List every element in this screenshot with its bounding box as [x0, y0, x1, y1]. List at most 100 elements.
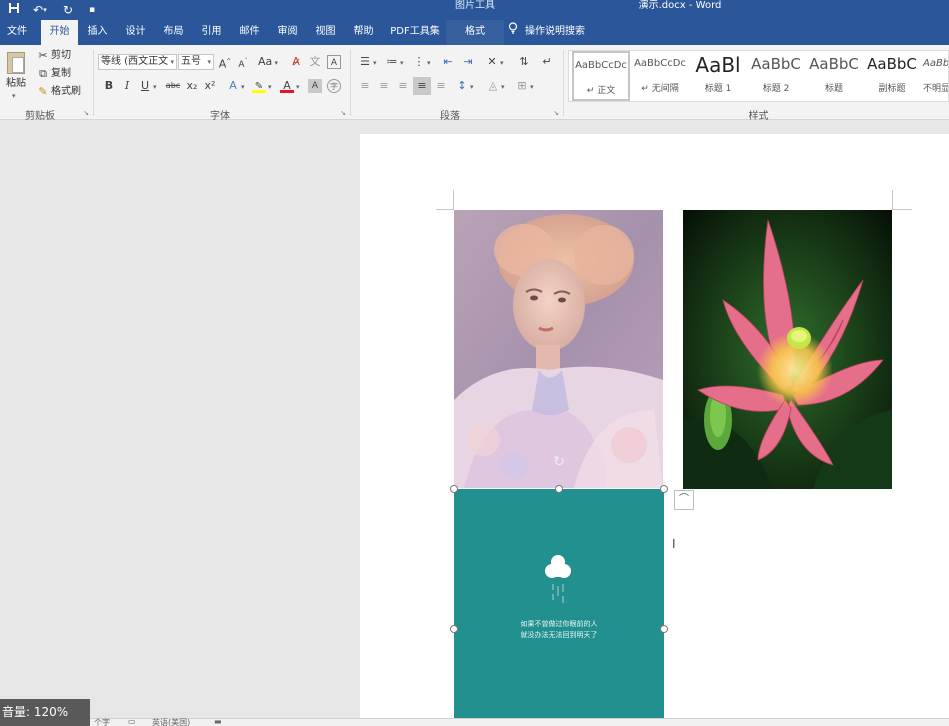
format-painter-icon[interactable]: ✎ — [36, 85, 50, 99]
character-shading-icon[interactable]: A — [308, 79, 322, 93]
multilevel-list-dropdown-icon[interactable]: ▾ — [427, 56, 431, 70]
bold-button[interactable]: B — [102, 79, 116, 93]
resize-handle[interactable] — [660, 485, 668, 493]
tab-pdf-tools[interactable]: PDF工具集 — [386, 20, 444, 45]
shading-icon[interactable]: ◬ — [486, 79, 500, 93]
show-formatting-icon[interactable]: ↵ — [540, 55, 554, 69]
resize-handle[interactable] — [450, 625, 458, 633]
borders-icon[interactable]: ⊞ — [515, 79, 529, 93]
highlight-dropdown-icon[interactable]: ▾ — [268, 80, 272, 94]
superscript-button[interactable]: x² — [203, 79, 217, 93]
tab-help[interactable]: 帮助 — [346, 20, 381, 45]
bullets-icon[interactable]: ☰ — [358, 55, 372, 69]
style-heading-1[interactable]: AaBl 标题 1 — [689, 51, 747, 101]
caption-line-2: 就没办法无法回到明天了 — [520, 631, 598, 639]
tab-layout[interactable]: 布局 — [156, 20, 191, 45]
clear-formatting-icon[interactable]: A̷ — [289, 55, 303, 69]
underline-button[interactable]: U — [138, 79, 152, 93]
decrease-indent-icon[interactable]: ⇤ — [441, 55, 455, 69]
style-subtle-emphasis[interactable]: AaBbC 不明显 — [921, 51, 948, 101]
asian-layout-icon[interactable]: ✕ — [485, 55, 499, 69]
redo-icon[interactable]: ↻ — [58, 2, 78, 18]
copy-button[interactable]: 复制 — [51, 67, 71, 81]
group-divider — [93, 50, 94, 116]
font-name-combo[interactable]: 等线 (西文正文 ▾ — [98, 54, 177, 70]
copy-icon[interactable]: ⧉ — [36, 67, 50, 81]
italic-button[interactable]: I — [120, 79, 134, 93]
rotate-handle-icon[interactable]: ↻ — [551, 454, 567, 470]
subscript-button[interactable]: x₂ — [185, 79, 199, 93]
text-effects-dropdown-icon[interactable]: ▾ — [241, 80, 245, 94]
align-right-icon[interactable]: ≡ — [396, 79, 410, 93]
numbering-icon[interactable]: ≔ — [385, 55, 399, 69]
justify-icon[interactable]: ≡ — [413, 77, 431, 95]
cut-button[interactable]: 剪切 — [51, 49, 71, 63]
tab-references[interactable]: 引用 — [194, 20, 229, 45]
scissors-icon[interactable]: ✂ — [36, 49, 50, 63]
customize-quick-access-icon[interactable]: ▪ — [82, 2, 102, 18]
tab-format[interactable]: 格式 — [446, 20, 504, 45]
tab-home[interactable]: 开始 — [41, 20, 78, 45]
paste-button[interactable]: 粘贴 ▾ — [3, 49, 29, 100]
numbering-dropdown-icon[interactable]: ▾ — [400, 56, 404, 70]
tab-design[interactable]: 设计 — [118, 20, 153, 45]
status-bar: 个字 ▭ 英语(美国) ▬ — [0, 717, 949, 726]
increase-indent-icon[interactable]: ⇥ — [461, 55, 475, 69]
font-size-combo[interactable]: 五号 ▾ — [178, 54, 214, 70]
strikethrough-button[interactable]: abc — [164, 79, 182, 93]
borders-dropdown-icon[interactable]: ▾ — [530, 80, 534, 94]
language-indicator[interactable]: 英语(美国) — [152, 717, 190, 726]
shading-dropdown-icon[interactable]: ▾ — [501, 80, 505, 94]
line-spacing-icon[interactable]: ↕ — [455, 79, 469, 93]
style-subtitle[interactable]: AaBbC 副标题 — [863, 51, 921, 101]
font-launcher-icon[interactable]: ↘ — [339, 109, 347, 117]
sort-icon[interactable]: ⇅ — [517, 55, 531, 69]
tab-view[interactable]: 视图 — [308, 20, 343, 45]
word-count[interactable]: 个字 — [94, 717, 110, 726]
document-page[interactable]: 如果不曾做过你眼前的人 就没办法无法回到明天了 ↻ ⌒ I — [360, 134, 949, 718]
asian-layout-dropdown-icon[interactable]: ▾ — [500, 56, 504, 70]
style-sample: AaBbCcDc — [575, 60, 627, 71]
format-painter-button[interactable]: 格式刷 — [51, 85, 81, 99]
distributed-icon[interactable]: ≡ — [434, 79, 448, 93]
tab-mailings[interactable]: 邮件 — [232, 20, 267, 45]
tab-insert[interactable]: 插入 — [80, 20, 115, 45]
resize-handle[interactable] — [660, 625, 668, 633]
character-border-icon[interactable]: A — [327, 55, 341, 69]
save-icon[interactable] — [4, 2, 24, 18]
portrait-image[interactable] — [454, 210, 663, 488]
style-title[interactable]: AaBbC 标题 — [805, 51, 863, 101]
macro-recording-icon[interactable]: ▬ — [214, 717, 222, 726]
clipboard-launcher-icon[interactable]: ↘ — [82, 109, 90, 117]
style-no-spacing[interactable]: AaBbCcDc ↵ 无间隔 — [631, 51, 689, 101]
highlight-color-icon[interactable]: ✎ — [252, 79, 266, 93]
font-group-label: 字体 — [210, 111, 230, 122]
resize-handle[interactable] — [450, 485, 458, 493]
grow-font-icon[interactable]: A^ — [218, 55, 232, 71]
style-heading-2[interactable]: AaBbC 标题 2 — [747, 51, 805, 101]
line-spacing-dropdown-icon[interactable]: ▾ — [470, 80, 474, 94]
paragraph-launcher-icon[interactable]: ↘ — [552, 109, 560, 117]
change-case-icon[interactable]: Aa ▾ — [258, 55, 278, 69]
text-effects-icon[interactable]: A — [226, 79, 240, 93]
style-normal[interactable]: AaBbCcDc ↵ 正文 — [572, 51, 630, 101]
bullets-dropdown-icon[interactable]: ▾ — [373, 56, 377, 70]
align-left-icon[interactable]: ≡ — [358, 79, 372, 93]
underline-dropdown-icon[interactable]: ▾ — [153, 80, 157, 94]
font-color-icon[interactable]: A — [280, 79, 294, 93]
lotus-image[interactable] — [683, 210, 892, 489]
phonetic-guide-icon[interactable]: 文 — [308, 55, 322, 69]
font-color-dropdown-icon[interactable]: ▾ — [296, 80, 300, 94]
tab-review[interactable]: 审阅 — [270, 20, 305, 45]
tell-me-search[interactable]: 操作说明搜索 — [508, 20, 608, 45]
layout-options-button[interactable]: ⌒ — [674, 490, 694, 510]
proofing-icon[interactable]: ▭ — [128, 717, 136, 726]
shrink-font-icon[interactable]: Aˇ — [236, 55, 250, 70]
align-center-icon[interactable]: ≡ — [377, 79, 391, 93]
enclose-characters-icon[interactable]: 字 — [327, 79, 341, 93]
resize-handle[interactable] — [555, 485, 563, 493]
teal-cloud-image[interactable]: 如果不曾做过你眼前的人 就没办法无法回到明天了 — [454, 489, 664, 718]
undo-dropdown-icon[interactable]: ▾ — [40, 2, 50, 18]
tab-file[interactable]: 文件 — [0, 20, 34, 45]
multilevel-list-icon[interactable]: ⋮ — [412, 55, 426, 69]
